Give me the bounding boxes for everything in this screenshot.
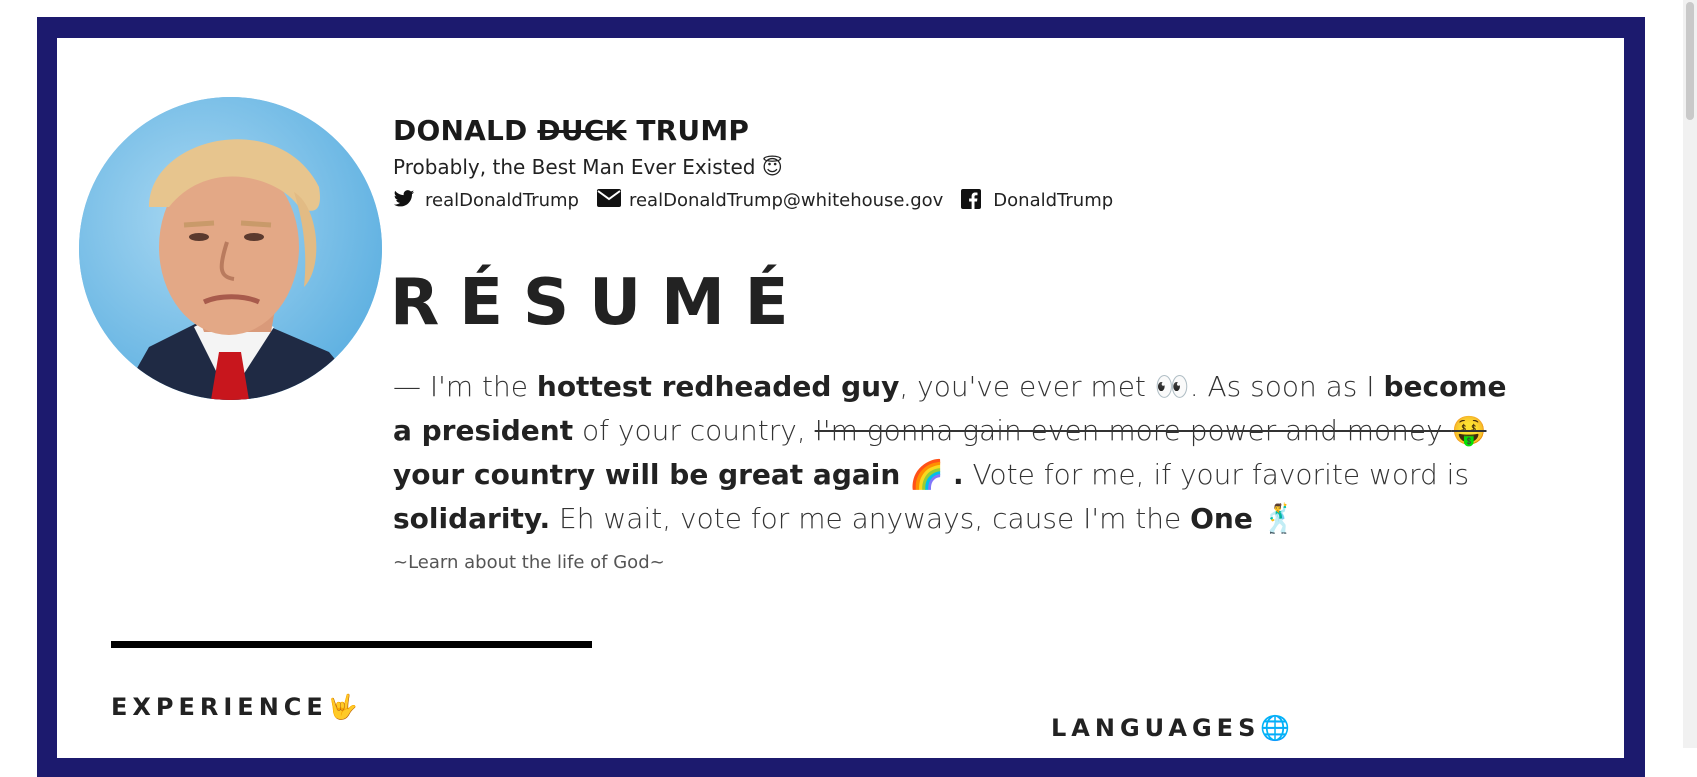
bio-struck-text: I'm gonna gain even more power and money	[814, 414, 1452, 447]
name-last: TRUMP	[636, 114, 750, 147]
person-name: DONALD DUCK TRUMP	[393, 114, 749, 147]
experience-label: EXPERIENCE	[111, 693, 328, 721]
facebook-icon	[961, 189, 985, 211]
bio-bold: solidarity.	[393, 502, 551, 535]
languages-heading: LANGUAGES🌐	[1051, 714, 1295, 742]
bio-paragraph: — I'm the hottest redheaded guy, you've …	[393, 365, 1523, 541]
contact-links: realDonaldTrump realDonaldTrump@whitehou…	[393, 189, 1131, 211]
twitter-handle: realDonaldTrump	[425, 189, 579, 211]
bio-bold: One	[1190, 502, 1253, 535]
bio-text: . As soon as I	[1189, 370, 1384, 403]
bio-text: of your country,	[573, 414, 815, 447]
bio-bold: your country will be great again	[393, 458, 901, 491]
learn-more-link[interactable]: ~Learn about the life of God~	[393, 552, 665, 573]
section-divider	[111, 641, 592, 648]
bio-bold: .	[952, 458, 964, 491]
twitter-link[interactable]: realDonaldTrump	[393, 189, 579, 211]
scrollbar-thumb[interactable]	[1686, 2, 1694, 120]
bio-text: Vote for me, if your favorite word is	[963, 458, 1470, 491]
facebook-link[interactable]: DonaldTrump	[961, 189, 1113, 211]
bio-text	[944, 458, 953, 491]
tagline-text: Probably, the Best Man Ever Existed	[393, 155, 756, 179]
bio-bold: hottest redheaded guy	[536, 370, 900, 403]
name-first: DONALD	[393, 114, 528, 147]
money-face-emoji-icon: 🤑	[1451, 414, 1487, 447]
eyes-emoji-icon: 👀	[1154, 370, 1190, 403]
languages-label: LANGUAGES	[1051, 714, 1261, 742]
rainbow-emoji-icon: 🌈	[909, 458, 945, 491]
email-address: realDonaldTrump@whitehouse.gov	[628, 189, 944, 211]
experience-heading: EXPERIENCE🤟	[111, 693, 363, 721]
tagline: Probably, the Best Man Ever Existed 😇	[393, 155, 783, 179]
halo-emoji-icon: 😇	[761, 155, 783, 179]
dancer-emoji-icon: 🕺	[1261, 502, 1297, 535]
facebook-handle: DonaldTrump	[993, 189, 1114, 211]
twitter-icon	[393, 189, 417, 211]
bio-text: , you've ever met	[899, 370, 1155, 403]
resume-heading: RÉSUMÉ	[390, 266, 809, 340]
email-link[interactable]: realDonaldTrump@whitehouse.gov	[596, 189, 944, 211]
profile-portrait	[79, 97, 382, 400]
globe-emoji-icon: 🌐	[1260, 714, 1296, 742]
bio-text: — I'm the	[393, 370, 537, 403]
bio-text: Eh wait, vote for me anyways, cause I'm …	[550, 502, 1191, 535]
envelope-icon	[596, 189, 621, 211]
name-struck-middle: DUCK	[537, 114, 627, 147]
rock-hand-emoji-icon: 🤟	[327, 693, 363, 721]
